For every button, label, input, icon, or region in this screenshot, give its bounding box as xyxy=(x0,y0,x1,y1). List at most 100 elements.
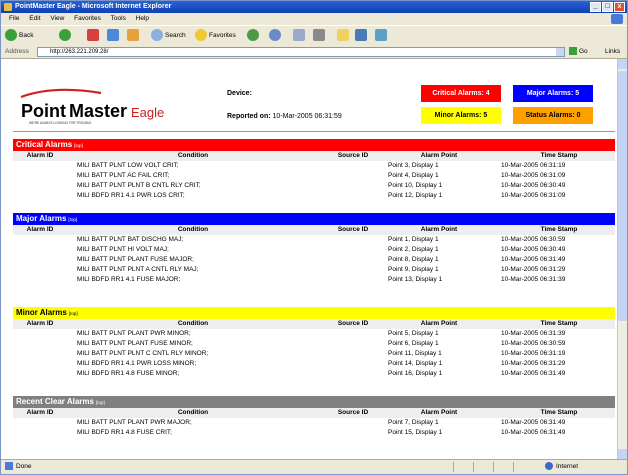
menu-bar: File Edit View Favorites Tools Help xyxy=(1,13,627,25)
status-text: Done xyxy=(5,460,32,474)
col-condition: Condition xyxy=(177,320,209,327)
history-button[interactable] xyxy=(269,29,283,43)
alarm-point-cell: Point 10, Display 1 xyxy=(388,182,443,189)
top-link[interactable]: [top] xyxy=(96,400,105,405)
alarm-point-cell: Point 1, Display 1 xyxy=(388,236,439,243)
table-row: MILI BATT PLNT HI VOLT MAJ; Point 2, Disp… xyxy=(13,245,615,255)
stop-button[interactable] xyxy=(87,29,101,43)
media-icon xyxy=(247,29,259,42)
condition-cell: MILI BDFD RR1 4.8 FUSE MINOR; xyxy=(77,370,180,377)
favorites-label: Favorites xyxy=(209,32,236,39)
messenger-button[interactable] xyxy=(355,29,369,43)
page-done-icon xyxy=(5,462,13,471)
condition-cell: MILI BATT PLNT PLNT B CNTL RLY CRIT; xyxy=(77,182,201,189)
col-source-id: Source ID xyxy=(337,226,369,233)
time-stamp-cell: 10-Mar-2005 06:31:39 xyxy=(501,330,566,337)
alarm-point-cell: Point 6, Display 1 xyxy=(388,340,439,347)
top-link[interactable]: [top] xyxy=(68,217,77,222)
close-button[interactable]: x xyxy=(614,2,625,12)
menu-help[interactable]: Help xyxy=(136,15,149,22)
minimize-button[interactable]: _ xyxy=(590,2,601,12)
col-alarm-point: Alarm Point xyxy=(420,409,458,416)
scroll-thumb[interactable] xyxy=(618,71,627,321)
alarm-point-cell: Point 12, Display 1 xyxy=(388,192,443,199)
address-input[interactable]: http://263.221.209.28/ xyxy=(37,47,565,57)
favorites-button[interactable]: Favorites xyxy=(195,29,236,43)
home-button[interactable] xyxy=(127,29,141,43)
print-button[interactable] xyxy=(313,29,327,43)
menu-favorites[interactable]: Favorites xyxy=(74,15,101,22)
security-zone: Internet xyxy=(545,460,578,474)
reported-label: Reported on: xyxy=(227,113,271,120)
table-row: MILI BDFD RR1 4.1 PWR LOS CRIT; Point 12,… xyxy=(13,191,615,201)
vertical-scrollbar[interactable] xyxy=(617,59,627,459)
menu-view[interactable]: View xyxy=(50,15,64,22)
media-button[interactable] xyxy=(247,29,261,43)
mail-button[interactable] xyxy=(293,29,307,43)
pointmaster-eagle-logo: Point Master Eagle WE'RE ALWAYS LOOKING … xyxy=(20,88,164,125)
forward-arrow-icon xyxy=(59,29,71,42)
back-arrow-icon xyxy=(5,29,17,42)
alarm-point-cell: Point 11, Display 1 xyxy=(388,350,442,357)
header-divider xyxy=(13,131,615,132)
menu-tools[interactable]: Tools xyxy=(111,15,126,22)
search-button[interactable]: Search xyxy=(151,29,186,43)
col-source-id: Source ID xyxy=(337,409,369,416)
time-stamp-cell: 10-Mar-2005 06:31:19 xyxy=(501,162,566,169)
print-icon xyxy=(313,29,325,42)
menu-edit[interactable]: Edit xyxy=(29,15,40,22)
window-title: PointMaster Eagle - Microsoft Internet E… xyxy=(15,3,172,10)
alarm-point-cell: Point 8, Display 1 xyxy=(388,256,439,263)
col-alarm-id: Alarm ID xyxy=(26,320,54,327)
go-button[interactable]: Go xyxy=(569,47,588,57)
top-link[interactable]: [top] xyxy=(74,143,83,148)
logo-eagle: Eagle xyxy=(131,105,164,120)
table-row: MILI BDFD RR1 4.1 PWR LOSS MINOR; Point 1… xyxy=(13,359,615,369)
column-header-row: Alarm ID Condition Source ID Alarm Point… xyxy=(13,319,615,329)
alarm-point-cell: Point 13, Display 1 xyxy=(388,276,443,283)
menu-file[interactable]: File xyxy=(9,15,19,22)
major-alarms-count[interactable]: Major Alarms: 5 xyxy=(513,85,593,102)
section-header: Minor Alarms [top] xyxy=(13,307,615,319)
time-stamp-cell: 10-Mar-2005 06:31:49 xyxy=(501,370,566,377)
links-button[interactable]: Links xyxy=(605,47,620,57)
folder-button[interactable] xyxy=(337,29,351,43)
condition-cell: MILI BDFD RR1 4.8 FUSE CRIT; xyxy=(77,429,172,436)
section-title: Critical Alarms xyxy=(16,140,73,149)
browser-window: PointMaster Eagle - Microsoft Internet E… xyxy=(0,0,628,475)
scroll-up-button[interactable] xyxy=(618,59,627,69)
critical-alarms-section: Critical Alarms [top] Alarm ID Condition … xyxy=(13,139,615,201)
col-time-stamp: Time Stamp xyxy=(540,152,578,159)
back-button[interactable]: Back xyxy=(5,29,33,43)
address-bar: Address http://263.221.209.28/ Go Links xyxy=(1,45,627,59)
refresh-button[interactable] xyxy=(107,29,121,43)
col-alarm-point: Alarm Point xyxy=(420,152,458,159)
time-stamp-cell: 10-Mar-2005 06:31:19 xyxy=(501,350,566,357)
col-time-stamp: Time Stamp xyxy=(540,320,578,327)
col-alarm-point: Alarm Point xyxy=(420,226,458,233)
minor-alarms-section: Minor Alarms [top] Alarm ID Condition Sou… xyxy=(13,307,615,379)
address-label: Address xyxy=(5,48,29,55)
forward-button[interactable] xyxy=(59,29,73,43)
history-icon xyxy=(269,29,281,42)
status-alarms-count[interactable]: Status Alarms: 0 xyxy=(513,107,593,124)
logo-tagline: WE'RE ALWAYS LOOKING FOR TROUBLE xyxy=(29,121,91,125)
col-time-stamp: Time Stamp xyxy=(540,226,578,233)
home-icon xyxy=(127,29,139,42)
status-segment xyxy=(493,462,512,472)
status-done: Done xyxy=(16,463,32,470)
top-link[interactable]: [top] xyxy=(69,311,78,316)
critical-alarms-count[interactable]: Critical Alarms: 4 xyxy=(421,85,501,102)
table-row: MILI BATT PLNT PLNT B CNTL RLY CRIT; Poin… xyxy=(13,181,615,191)
scroll-down-button[interactable] xyxy=(618,449,627,459)
maximize-button[interactable]: □ xyxy=(602,2,613,12)
column-header-row: Alarm ID Condition Source ID Alarm Point… xyxy=(13,225,615,235)
section-header: Critical Alarms [top] xyxy=(13,139,615,151)
time-stamp-cell: 10-Mar-2005 06:31:49 xyxy=(501,419,566,426)
alarm-point-cell: Point 2, Display 1 xyxy=(388,246,439,253)
minor-alarms-count[interactable]: Minor Alarms: 5 xyxy=(421,107,501,124)
tools-button[interactable] xyxy=(375,29,389,43)
logo-point: Point xyxy=(21,101,66,121)
chevron-down-icon[interactable] xyxy=(556,48,564,56)
table-row: MILI BDFD RR1 4.8 FUSE MINOR; Point 16, D… xyxy=(13,369,615,379)
